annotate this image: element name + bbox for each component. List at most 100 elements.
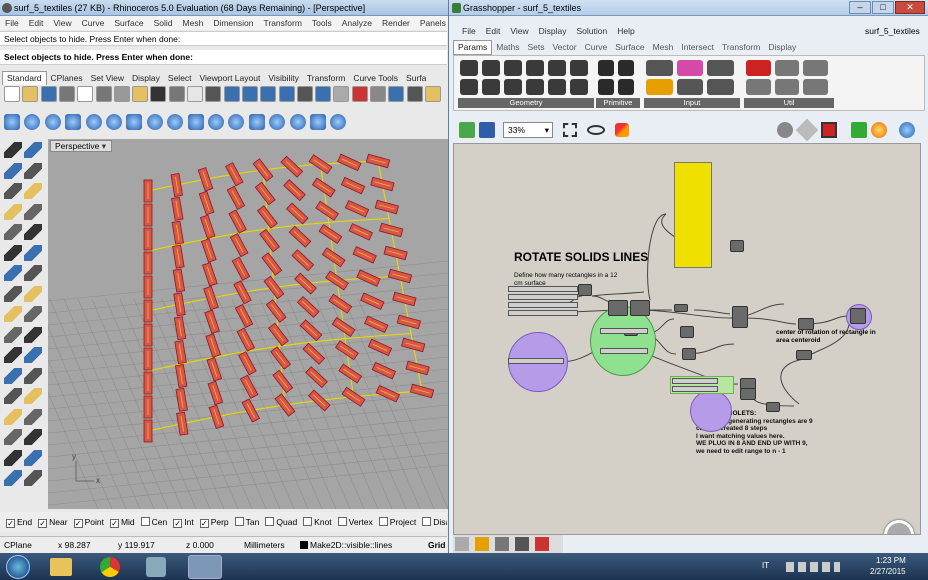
component-icon[interactable] [707, 79, 734, 95]
component-icon[interactable] [746, 79, 771, 95]
gh-menu-view[interactable]: View [505, 24, 533, 38]
standard-tool-icon[interactable] [296, 86, 313, 102]
solid-tool-icon[interactable] [208, 114, 224, 130]
component-icon[interactable] [803, 79, 828, 95]
osnap-point[interactable]: ✓ Point [68, 517, 104, 528]
toolbar-tab-5[interactable]: Viewport Layout [196, 72, 265, 85]
gh-menu-edit[interactable]: Edit [481, 24, 506, 38]
standard-tool-icon[interactable] [406, 86, 423, 102]
left-tool-icon[interactable] [4, 367, 22, 384]
cplane-label[interactable]: CPlane [4, 537, 32, 553]
standard-tool-icon[interactable] [278, 86, 295, 102]
preview-mode-icon[interactable] [821, 122, 837, 138]
gh-menu-help[interactable]: Help [612, 24, 639, 38]
solid-tool-icon[interactable] [4, 114, 20, 130]
rhino-menu-render[interactable]: Render [377, 16, 415, 30]
rhino-menu-panels[interactable]: Panels [415, 16, 448, 30]
perspective-viewport[interactable]: Perspective ▾ y x [48, 139, 448, 509]
command-prompt[interactable]: Select objects to hide. Press Enter when… [0, 50, 447, 65]
left-tool-icon[interactable] [4, 183, 22, 199]
canvas-tool-icon-4[interactable] [515, 537, 529, 551]
standard-tool-icon[interactable] [132, 86, 149, 102]
solid-tool-icon[interactable] [269, 114, 286, 130]
left-tool-icon[interactable] [24, 449, 42, 466]
standard-tool-icon[interactable] [205, 86, 222, 102]
gh-component[interactable] [740, 388, 756, 400]
osnap-project[interactable]: Project [373, 517, 416, 527]
standard-tool-icon[interactable] [241, 86, 258, 102]
gh-menu-file[interactable]: File [457, 24, 481, 38]
number-slider[interactable] [508, 302, 578, 308]
toolbar-tab-4[interactable]: Select [164, 72, 196, 85]
rhino-menu-mesh[interactable]: Mesh [178, 16, 209, 30]
standard-tool-icon[interactable] [95, 86, 112, 102]
component-icon[interactable] [482, 79, 500, 95]
osnap-perp[interactable]: ✓ Perp [194, 517, 229, 528]
osnap-checkbox[interactable]: ✓ [6, 519, 15, 528]
yellow-panel[interactable] [674, 162, 712, 268]
standard-tool-icon[interactable] [187, 86, 203, 102]
standard-tool-icon[interactable] [370, 86, 386, 102]
left-tool-icon[interactable] [24, 203, 42, 220]
standard-tool-icon[interactable] [223, 86, 240, 102]
osnap-checkbox[interactable]: ✓ [199, 519, 209, 528]
number-slider[interactable] [508, 310, 578, 316]
standard-tool-icon[interactable] [58, 86, 75, 102]
gh-tab-params[interactable]: Params [453, 40, 493, 55]
solid-tool-icon[interactable] [228, 114, 245, 130]
toolbar-tab-8[interactable]: Curve Tools [349, 72, 402, 85]
component-icon[interactable] [526, 79, 544, 95]
osnap-checkbox[interactable] [337, 517, 347, 526]
gh-component[interactable] [682, 348, 696, 360]
gh-tab-sets[interactable]: Sets [523, 41, 548, 54]
gh-tab-maths[interactable]: Maths [492, 41, 523, 54]
component-icon[interactable] [482, 60, 500, 76]
component-icon[interactable] [598, 79, 614, 95]
standard-tool-icon[interactable] [4, 86, 20, 102]
toolbar-tab-7[interactable]: Transform [303, 72, 349, 85]
left-tool-icon[interactable] [4, 306, 22, 322]
number-slider[interactable] [600, 348, 648, 354]
canvas-tool-icon-3[interactable] [495, 537, 509, 551]
standard-tool-icon[interactable] [315, 86, 332, 102]
component-icon[interactable] [526, 60, 544, 76]
standard-tool-icon[interactable] [388, 86, 405, 102]
clock-time[interactable]: 1:23 PM [876, 556, 906, 565]
left-tool-icon[interactable] [4, 244, 22, 261]
left-tool-icon[interactable] [4, 388, 22, 404]
component-icon[interactable] [803, 60, 828, 76]
left-tool-icon[interactable] [4, 408, 22, 425]
units-label[interactable]: Millimeters [244, 537, 285, 553]
osnap-tan[interactable]: Tan [229, 517, 259, 527]
gh-tab-vector[interactable]: Vector [548, 41, 580, 54]
left-tool-icon[interactable] [4, 162, 22, 179]
bake-icon[interactable] [777, 122, 793, 138]
component-icon[interactable] [460, 79, 478, 95]
osnap-cen[interactable]: Cen [135, 517, 167, 527]
rhino-menu-tools[interactable]: Tools [307, 16, 337, 30]
osnap-checkbox[interactable]: ✓ [38, 519, 48, 528]
wire-display-icon[interactable] [795, 118, 819, 142]
gh-tab-curve[interactable]: Curve [581, 41, 612, 54]
left-tool-icon[interactable] [4, 265, 22, 281]
component-icon[interactable] [570, 79, 588, 95]
standard-tool-icon[interactable] [113, 86, 130, 102]
rhino-menu-transform[interactable]: Transform [258, 16, 306, 30]
component-icon[interactable] [746, 60, 771, 76]
gh-tab-transform[interactable]: Transform [718, 41, 764, 54]
selection-icon[interactable] [563, 123, 577, 137]
osnap-int[interactable]: ✓ Int [167, 517, 194, 528]
left-tool-icon[interactable] [24, 388, 42, 404]
gh-component[interactable] [730, 240, 744, 252]
violet-group-small[interactable] [690, 390, 732, 432]
zoom-select[interactable]: 33% ▾ [503, 122, 553, 138]
preview-eye-icon[interactable] [587, 125, 605, 135]
standard-tool-icon[interactable] [40, 86, 57, 102]
solid-tool-icon[interactable] [126, 114, 143, 130]
maximize-button[interactable]: □ [872, 1, 894, 14]
solid-tool-icon[interactable] [310, 114, 326, 130]
canvas-tool-icon-5[interactable] [535, 537, 549, 551]
gh-component[interactable] [798, 318, 814, 330]
solid-tool-icon[interactable] [24, 114, 41, 130]
grasshopper-taskbar-icon[interactable] [146, 557, 166, 577]
